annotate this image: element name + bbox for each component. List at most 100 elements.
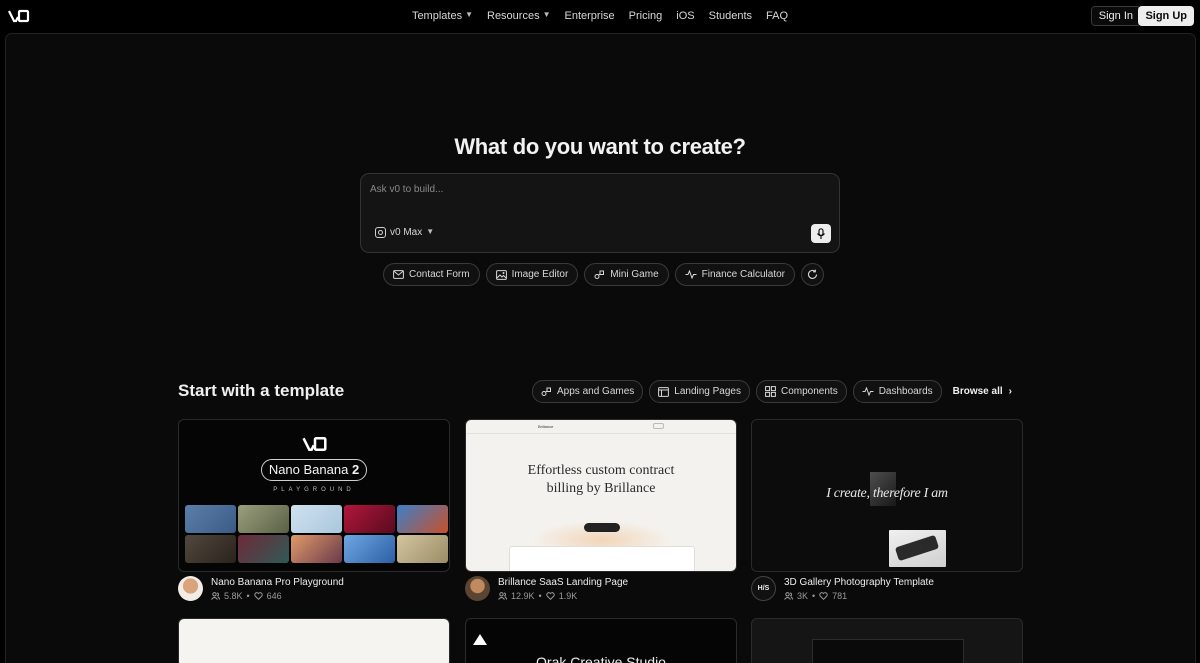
- suggestion-label: Finance Calculator: [701, 269, 786, 280]
- preview-pill: Nano Banana 2: [261, 459, 367, 481]
- template-card-meta: Brillance SaaS Landing Page 12.9K • 1.9K: [465, 576, 737, 606]
- nav-ios-label: iOS: [676, 10, 695, 22]
- layout-icon: [658, 386, 670, 397]
- users-count: 3K: [797, 591, 809, 601]
- hero-title: What do you want to create?: [454, 134, 746, 159]
- nav-ios[interactable]: iOS: [669, 9, 701, 23]
- image-tile: [344, 505, 395, 533]
- nav-enterprise[interactable]: Enterprise: [558, 9, 622, 23]
- image-icon: [495, 269, 507, 280]
- main-nav: Templates ▼ Resources ▼ Enterprise Pricing…: [0, 9, 1200, 23]
- heart-icon: [253, 592, 263, 600]
- suggestion-label: Contact Form: [409, 269, 470, 280]
- grid-icon: [765, 386, 776, 397]
- users-icon: [784, 592, 793, 600]
- suggestion-image-editor[interactable]: Image Editor: [485, 263, 579, 286]
- model-selector[interactable]: v0 Max ▼: [375, 227, 434, 238]
- sign-in-button[interactable]: Sign In: [1090, 6, 1141, 26]
- suggestion-finance-calculator[interactable]: Finance Calculator: [674, 263, 796, 286]
- suggestion-label: Mini Game: [610, 269, 659, 280]
- suggestion-label: Image Editor: [511, 269, 569, 280]
- microphone-button[interactable]: [811, 224, 831, 243]
- image-tile: [185, 535, 236, 563]
- image-tile: [397, 505, 448, 533]
- filter-label: Dashboards: [878, 386, 933, 397]
- microphone-icon: [817, 227, 825, 239]
- chevron-down-icon: ▼: [426, 227, 435, 236]
- template-card-stats: 3K • 781: [784, 591, 847, 601]
- game-icon: [541, 387, 551, 396]
- pulse-icon: [685, 270, 697, 279]
- suggestion-chips: Contact Form Image Editor Mini Game Fina…: [383, 263, 825, 286]
- users-icon: [211, 592, 220, 600]
- preview-brand: Brillance: [538, 424, 554, 429]
- browse-all-link[interactable]: Browse all ›: [953, 386, 1012, 397]
- nav-faq-label: FAQ: [766, 10, 789, 22]
- template-card-preview[interactable]: Nano Banana 2 PLAYGROUND: [178, 419, 450, 572]
- filter-label: Landing Pages: [674, 386, 741, 397]
- triangle-logo-icon: [473, 634, 487, 645]
- section-title: Start with a template: [178, 381, 345, 400]
- filter-label: Apps and Games: [557, 386, 635, 397]
- template-card-preview[interactable]: [178, 618, 450, 663]
- template-filters: Apps and Games Landing Pages Components …: [532, 380, 1012, 403]
- template-card-title[interactable]: Nano Banana Pro Playground: [211, 577, 344, 588]
- template-card-preview[interactable]: [751, 618, 1023, 663]
- mail-icon: [393, 270, 404, 279]
- heart-icon: [545, 592, 555, 600]
- template-card-meta: H/S 3D Gallery Photography Template 3K •…: [751, 576, 1023, 606]
- nav-faq[interactable]: FAQ: [759, 9, 795, 23]
- template-card-stats: 5.8K • 646: [211, 591, 282, 601]
- heart-icon: [819, 592, 828, 600]
- sign-up-button[interactable]: Sign Up: [1138, 6, 1194, 26]
- nav-resources[interactable]: Resources ▼: [480, 9, 558, 23]
- chevron-down-icon: ▼: [465, 10, 473, 19]
- likes-count: 781: [832, 591, 848, 601]
- image-tile: [397, 535, 448, 563]
- preview-headline: Effortless custom contract billing by Br…: [466, 462, 736, 498]
- prompt-box: v0 Max ▼: [360, 173, 840, 253]
- pulse-icon: [862, 387, 874, 396]
- template-card-title[interactable]: 3D Gallery Photography Template: [784, 577, 934, 588]
- template-card-title[interactable]: Brillance SaaS Landing Page: [498, 577, 628, 588]
- nav-pricing[interactable]: Pricing: [622, 9, 670, 23]
- nav-students[interactable]: Students: [702, 9, 759, 23]
- prompt-input[interactable]: [370, 184, 810, 195]
- image-tile: [291, 505, 342, 533]
- nav-templates[interactable]: Templates ▼: [405, 9, 480, 23]
- template-card-preview[interactable]: Orak Creative Studio: [465, 618, 737, 663]
- likes-count: 646: [266, 591, 282, 601]
- preview-navbar: [179, 619, 449, 629]
- refresh-icon: [808, 269, 818, 279]
- filter-apps-and-games[interactable]: Apps and Games: [532, 380, 644, 403]
- preview-headline-line-1: Effortless custom contract: [527, 463, 675, 478]
- image-tile: [291, 535, 342, 563]
- nav-enterprise-label: Enterprise: [564, 10, 615, 22]
- template-card-preview[interactable]: I create, therefore I am: [751, 419, 1023, 572]
- users-icon: [498, 592, 507, 600]
- refresh-suggestions-button[interactable]: [801, 263, 825, 286]
- filter-components[interactable]: Components: [756, 380, 847, 403]
- separator-dot: •: [538, 591, 542, 601]
- template-card-preview[interactable]: Brillance Effortless custom contract bil…: [465, 419, 737, 572]
- preview-headline-line-2: billing by Brillance: [546, 481, 656, 496]
- users-count: 5.8K: [224, 591, 243, 601]
- preview-subtitle: PLAYGROUND: [273, 487, 355, 493]
- model-icon: [375, 227, 386, 238]
- preview-navbar: Brillance: [466, 420, 736, 434]
- browse-all-label: Browse all: [952, 386, 1003, 397]
- suggestion-mini-game[interactable]: Mini Game: [584, 263, 669, 286]
- preview-login: [653, 423, 664, 429]
- filter-label: Components: [781, 386, 838, 397]
- filter-dashboards[interactable]: Dashboards: [852, 380, 942, 403]
- suggestion-contact-form[interactable]: Contact Form: [383, 263, 480, 286]
- preview-pill-text: Nano Banana: [268, 462, 349, 477]
- avatar: [178, 576, 203, 601]
- users-count: 12.9K: [511, 591, 535, 601]
- avatar: [465, 576, 490, 601]
- chevron-right-icon: ›: [1008, 386, 1012, 397]
- preview-dashboard: [509, 546, 695, 571]
- image-tile: [238, 535, 289, 563]
- preview-window: [812, 639, 964, 663]
- filter-landing-pages[interactable]: Landing Pages: [649, 380, 750, 403]
